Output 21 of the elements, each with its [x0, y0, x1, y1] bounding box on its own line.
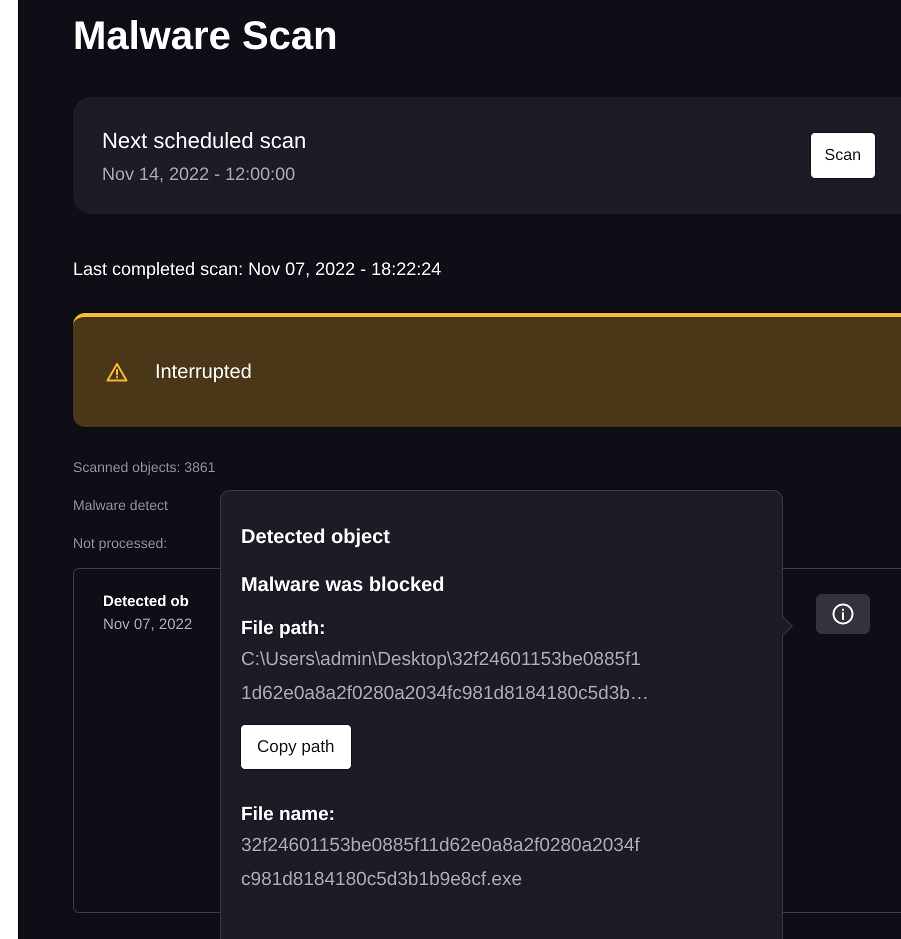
file-path-text: C:\Users\admin\Desktop\32f24601153be0885f1 1d62e0a8a2f0280a2034fc981d8184180c5d3b…: [241, 648, 649, 706]
status-label: Interrupted: [155, 360, 252, 385]
warning-icon: [106, 362, 128, 382]
copy-path-button[interactable]: Copy path: [241, 725, 350, 769]
scan-button[interactable]: Scan: [810, 133, 875, 178]
file-name-text: 32f24601153be0885f11d62e0a8a2f0280a2034f c981d8184180c5d3b1b9e8cf.exe: [241, 834, 640, 892]
last-scan-text: Last completed scan: Nov 07, 2022 - 18:22:24: [73, 258, 442, 281]
detection-date: Nov 07, 2022: [103, 614, 192, 634]
schedule-label: Next scheduled scan: [102, 126, 306, 154]
page-title: Malware Scan: [73, 13, 339, 60]
stat-text: Scanned objects: 3861: [73, 458, 216, 477]
popover-subtitle: Malware was blocked: [241, 573, 446, 598]
info-icon: [832, 603, 854, 625]
stat-text: Not processed:: [73, 534, 168, 553]
stat-text: Malware detect: [73, 496, 168, 515]
detection-title: Detected ob: [103, 592, 189, 612]
info-button[interactable]: [816, 594, 870, 634]
path-label: File path:: [241, 617, 326, 641]
file-name-label: File name:: [241, 803, 336, 827]
popover-title: Detected object: [241, 525, 391, 550]
schedule-date: Nov 14, 2022 - 12:00:00: [102, 162, 296, 186]
